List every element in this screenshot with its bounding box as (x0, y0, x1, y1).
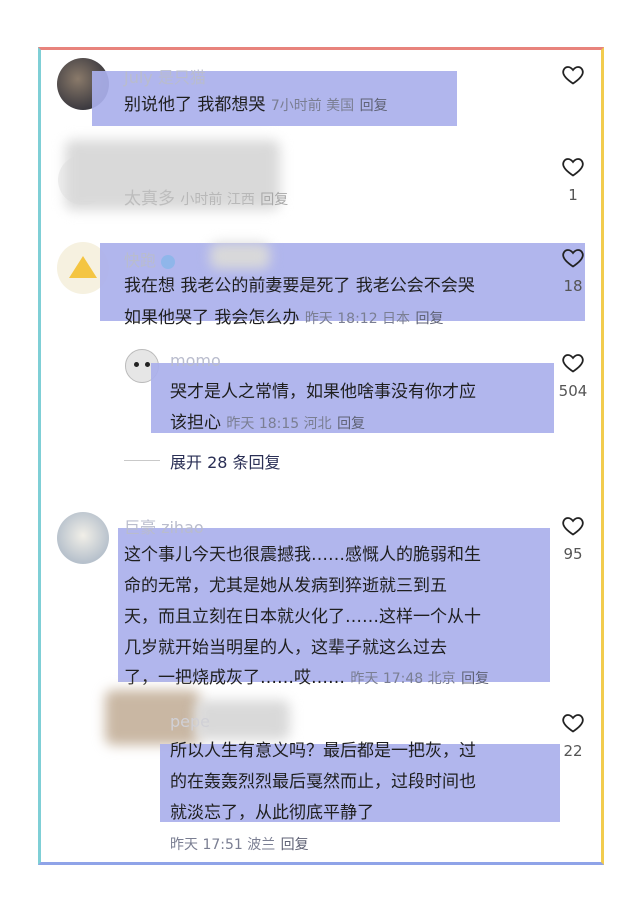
comment-text: 昨天 17:51 波兰 回复 (170, 830, 309, 860)
comment-meta: 昨天 17:48 北京 (350, 671, 456, 687)
comment-line: 太真多 (124, 189, 175, 209)
verified-icon (161, 254, 176, 269)
comment-line: 我在想 我老公的前妻要是死了 我老公会不会哭 (124, 276, 475, 296)
heart-icon[interactable] (561, 155, 585, 179)
like-count: 504 (558, 382, 588, 400)
comment-meta: 昨天 18:12 日本 (304, 311, 411, 327)
heart-icon[interactable] (561, 711, 585, 735)
comment-author[interactable]: July 是只猫 (124, 64, 206, 88)
like-count: 95 (563, 545, 583, 563)
comment-line: 所以人生有意义吗？最后都是一把灰，过 (170, 741, 476, 761)
reply-button[interactable]: 回复 (415, 311, 443, 327)
reply-button[interactable]: 回复 (360, 98, 388, 114)
comment-line: 就淡忘了，从此彻底平静了 (170, 803, 374, 823)
reply-button[interactable]: 回复 (281, 837, 309, 853)
comment-text: 如果他哭了 我会怎么办 昨天 18:12 日本 回复 (124, 304, 443, 334)
comment-meta: 昨天 17:51 波兰 (170, 837, 276, 853)
comment-line: 几岁就开始当明星的人，这辈子就这么过去 (124, 638, 447, 658)
like-count: 1 (568, 186, 578, 204)
reply-button[interactable]: 回复 (260, 192, 288, 208)
comment-line: 别说他了 我都想哭 (124, 95, 266, 115)
comment-author[interactable]: momo (170, 351, 221, 370)
comment-line: 这个事儿今天也很震撼我……感慨人的脆弱和生 (124, 545, 481, 565)
comment-author[interactable]: pepe (170, 712, 210, 731)
heart-icon[interactable] (561, 246, 585, 270)
comment-author[interactable]: 快跑 (124, 247, 176, 271)
heart-icon[interactable] (561, 63, 585, 87)
comment-line: 哭才是人之常情，如果他啥事没有你才应 (170, 382, 476, 402)
comment-meta: 小时前 江西 (180, 192, 255, 208)
comment-text: 太真多 小时前 江西 回复 (124, 185, 288, 215)
comment-text: 该担心 昨天 18:15 河北 回复 (170, 409, 365, 439)
expand-replies-button[interactable]: 展开 28 条回复 (170, 449, 281, 473)
comment-meta: 7小时前 美国 (270, 98, 355, 114)
comment-line: 了，一把烧成灰了……哎…… (124, 668, 345, 688)
heart-icon[interactable] (561, 351, 585, 375)
comment-line: 命的无常，尤其是她从发病到猝逝就三到五 (124, 576, 447, 596)
divider (124, 460, 160, 461)
comment-meta: 昨天 18:15 河北 (226, 416, 332, 432)
comment-line: 该担心 (170, 413, 221, 433)
comment-author[interactable]: 巨豪 zihao (124, 514, 204, 538)
cheese-icon (69, 256, 97, 278)
reply-button[interactable]: 回复 (461, 671, 489, 687)
like-count: 18 (563, 277, 583, 295)
avatar[interactable] (57, 512, 109, 564)
comment-line: 如果他哭了 我会怎么办 (124, 308, 300, 328)
reply-button[interactable]: 回复 (337, 416, 365, 432)
blurred-region (210, 243, 270, 269)
comment-line: 天，而且立刻在日本就火化了……这样一个从十 (124, 607, 481, 627)
like-count: 22 (563, 742, 583, 760)
heart-icon[interactable] (561, 514, 585, 538)
comment-line: 的在轰轰烈烈最后戛然而止，过段时间也 (170, 772, 476, 792)
comment-text: 别说他了 我都想哭 7小时前 美国 回复 (124, 91, 388, 121)
